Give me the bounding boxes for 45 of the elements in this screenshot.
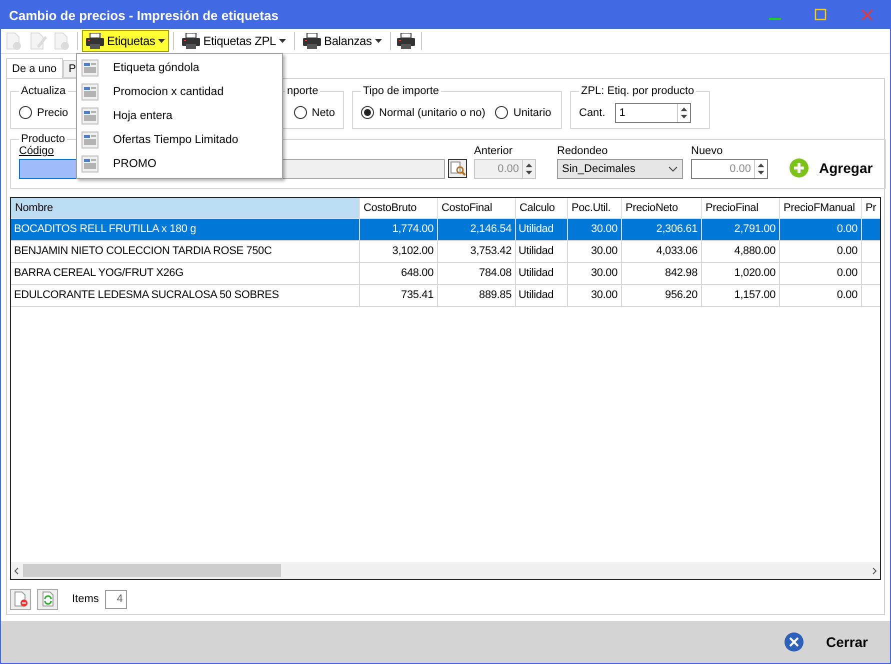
- field-label: Nuevo: [691, 145, 724, 157]
- table-cell: BARRA CEREAL YOG/FRUT X26G: [11, 262, 359, 284]
- table-cell: 0.00: [779, 240, 861, 262]
- table-cell: BENJAMIN NIETO COLECCION TARDIA ROSE 750C: [11, 240, 359, 262]
- table-cell: 0.00: [779, 262, 861, 284]
- table-cell: 4,880.00: [701, 240, 779, 262]
- table-cell: 784.08: [437, 262, 515, 284]
- table-cell: 2,306.61: [621, 218, 701, 240]
- table-cell: 30.00: [567, 284, 621, 306]
- table-cell: 1,774.00: [359, 218, 437, 240]
- table-cell: 2,146.54: [437, 218, 515, 240]
- table-cell: Utilidad: [515, 284, 567, 306]
- table-cell: 30.00: [567, 218, 621, 240]
- table-cell: EDULCORANTE LEDESMA SUCRALOSA 50 SOBRES: [11, 284, 359, 306]
- table-cell: 842.98: [621, 262, 701, 284]
- table-cell: 3,102.00: [359, 240, 437, 262]
- table-cell: 30.00: [567, 240, 621, 262]
- table-cell: 889.85: [437, 284, 515, 306]
- field-label: Anterior: [474, 145, 514, 157]
- group-title: Actualiza: [20, 85, 67, 97]
- group-title: nporte: [286, 85, 320, 97]
- table-cell: 0.00: [779, 218, 861, 240]
- table-cell: Utilidad: [515, 240, 567, 262]
- table-cell: 735.41: [359, 284, 437, 306]
- table-cell: 4,033.06: [621, 240, 701, 262]
- table-cell: 1,157.00: [701, 284, 779, 306]
- table-cell: 3,753.42: [437, 240, 515, 262]
- items-label: Items: [72, 593, 99, 605]
- group-title: ZPL: Etiq. por producto: [580, 85, 696, 97]
- table-cell: 648.00: [359, 262, 437, 284]
- table-cell: 956.20: [621, 284, 701, 306]
- table-cell: 1,020.00: [701, 262, 779, 284]
- window-title: Cambio de precios - Impresión de etiquetas: [9, 8, 280, 22]
- group-title: Tipo de importe: [362, 85, 440, 97]
- table-cell: 30.00: [567, 262, 621, 284]
- field-label: Redondeo: [557, 145, 609, 157]
- table-cell: BOCADITOS RELL FRUTILLA x 180 g: [11, 218, 359, 240]
- group-title: Producto: [20, 133, 66, 145]
- table-cell: 2,791.00: [701, 218, 779, 240]
- table-cell: 0.00: [779, 284, 861, 306]
- table-cell: Utilidad: [515, 262, 567, 284]
- field-label: Cant.: [579, 106, 606, 118]
- items-count: 4: [104, 590, 127, 608]
- field-label: Código: [19, 145, 55, 157]
- table-cell: Utilidad: [515, 218, 567, 240]
